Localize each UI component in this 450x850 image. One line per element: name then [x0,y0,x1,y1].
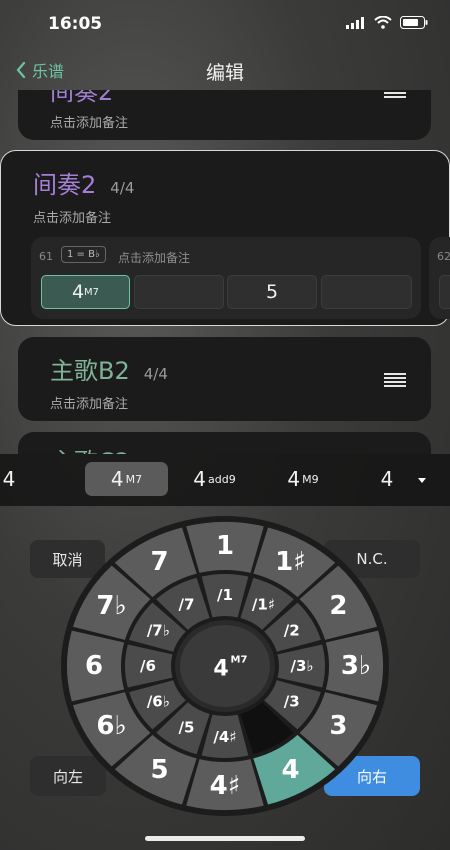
back-label: 乐谱 [32,62,65,81]
outer-chord-label: 2 [329,591,347,621]
bass-chord-label: /6♭ [147,693,170,711]
chord-cell[interactable] [439,275,450,309]
outer-chord-label: 3 [329,711,347,741]
chord-suggestion-bar: 4 4 M7 4 add9 4 M9 4 [0,454,450,506]
outer-chord-label: 7 [150,547,168,577]
bass-chord-label: /3♭ [291,657,314,675]
chord-cell[interactable] [321,275,412,309]
outer-chord-label: 6♭ [96,711,126,741]
key-badge[interactable]: 1 = B♭ [61,246,106,263]
drag-handle-icon[interactable] [384,373,406,387]
back-button[interactable]: 乐谱 [16,58,64,82]
section-card[interactable]: 主歌C2 [18,432,431,454]
section-card[interactable]: 间奏2 点击添加备注 [18,90,431,140]
chevron-left-icon [16,62,26,78]
drag-handle-icon[interactable] [384,90,406,98]
section-title: 主歌C2 [50,442,130,454]
measure-number: 61 [39,250,53,263]
outer-chord-label: 7♭ [96,591,126,621]
measure-block-next[interactable]: 62 [429,237,450,319]
section-note[interactable]: 点击添加备注 [33,207,111,226]
outer-chord-label: 6 [85,651,103,681]
page-title: 编辑 [205,62,244,84]
measure-block[interactable]: 61 1 = B♭ 点击添加备注 4 M7 5 [31,237,421,319]
chord-root: 5 [265,281,279,303]
bass-chord-label: /1♯ [252,596,275,614]
measure-number: 62 [437,250,450,263]
section-note[interactable]: 点击添加备注 [50,112,128,131]
center-chord-ext: M7 [231,655,248,666]
bass-chord-label: /3 [284,693,300,711]
chord-cell[interactable] [134,275,224,309]
status-icons [346,16,428,29]
center-chord-root: 4 [213,657,228,682]
chip-root: 4 [287,467,301,491]
bass-chord-label: /5 [179,718,195,736]
outer-chord-label: 4 [281,755,299,785]
chord-cell-selected[interactable]: 4 M7 [41,275,130,309]
chord-suggestion[interactable]: 4 M9 [270,462,336,496]
outer-chord-label: 4♯ [210,771,241,801]
chip-root: 4 [193,467,206,491]
section-title: 主歌B2 [50,357,130,385]
section-title: 间奏2 [50,90,114,106]
bass-chord-label: /7♭ [147,622,170,640]
signal-icon [346,16,364,29]
section-card-active[interactable]: 间奏2 4/4 点击添加备注 61 1 = B♭ 点击添加备注 4 M7 5 62 [0,150,450,326]
chord-suggestion[interactable]: 4 [0,462,24,496]
chip-ext: add9 [208,472,236,486]
chord-wheel[interactable]: 11♯23♭344♯56♭67♭7/1/1♯/2/3♭/3/4♯/5/6♭/6/… [60,516,390,816]
chip-root: 4 [2,467,16,491]
battery-icon [400,16,428,29]
section-title: 间奏2 [33,171,97,199]
chord-suggestion[interactable]: 4 add9 [177,462,252,496]
outer-chord-label: 1 [216,531,234,561]
measure-note[interactable]: 点击添加备注 [118,249,190,266]
chord-root: 4 [71,281,85,303]
home-indicator[interactable] [145,836,305,841]
outer-chord-label: 3♭ [341,651,371,681]
outer-chord-label: 1♯ [275,547,306,577]
section-note[interactable]: 点击添加备注 [50,393,128,412]
section-meter: 4/4 [110,179,135,197]
chord-ext: M7 [84,286,100,298]
bass-chord-label: /6 [140,657,156,675]
chip-root: 4 [110,467,124,491]
bass-chord-label: /1 [217,586,233,604]
bass-chord-label: /4♯ [213,728,236,746]
status-time: 16:05 [48,14,103,34]
chip-ext: M7 [125,472,143,486]
chord-suggestion-selected[interactable]: 4 M7 [85,462,168,496]
bass-chord-label: /7 [179,596,195,614]
chord-cell[interactable]: 5 [227,275,317,309]
chip-ext: M9 [302,472,319,486]
bass-chord-label: /2 [284,622,300,640]
chord-suggestion[interactable]: 4 [372,462,402,496]
section-meter: 4/4 [143,365,168,383]
outer-chord-label: 5 [150,755,168,785]
section-list: 间奏2 点击添加备注 间奏2 4/4 点击添加备注 61 1 = B♭ 点击添加… [0,90,450,454]
section-card[interactable]: 主歌B2 4/4 点击添加备注 [18,337,431,421]
wifi-icon [374,16,392,29]
dropdown-icon[interactable] [416,476,428,486]
chip-root: 4 [380,467,394,491]
